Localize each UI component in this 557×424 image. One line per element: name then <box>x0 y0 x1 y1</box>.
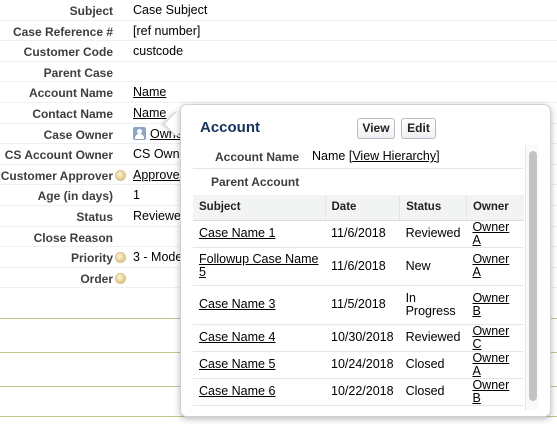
column-header-status[interactable]: Status <box>399 195 467 221</box>
view-hierarchy-link[interactable]: View Hierarchy <box>352 149 436 163</box>
field-label: Close Reason <box>33 230 113 245</box>
cell-status: Reviewed <box>399 324 467 352</box>
field-value[interactable]: Name <box>133 106 166 120</box>
column-header-owner[interactable]: Owner <box>465 195 524 221</box>
cell-date: 11/5/2018 <box>325 285 400 325</box>
cases-table-header: Subject Date Status Owner <box>193 195 524 221</box>
cell-status: New <box>399 247 467 286</box>
help-icon[interactable] <box>115 252 126 264</box>
field-value: 1 <box>133 188 140 202</box>
cell-owner[interactable]: Owner C <box>466 324 524 352</box>
table-row: Followup Case Name 5 11/6/2018 New Owner A <box>193 247 524 286</box>
help-icon[interactable] <box>115 169 126 181</box>
cell-owner[interactable]: Owner A <box>466 351 524 379</box>
field-value-link[interactable]: Approver <box>133 168 184 182</box>
field-value-text: 1 <box>133 188 140 203</box>
field-label: Priority <box>70 251 113 266</box>
field-label: Order <box>80 271 113 286</box>
cell-owner[interactable]: Owner B <box>466 378 524 406</box>
field-label: Age (in days) <box>37 189 113 204</box>
field-row: Customer Code custcode <box>0 41 557 62</box>
account-name-value: Name [View Hierarchy] <box>312 149 440 163</box>
field-label: Case Reference # <box>12 24 113 39</box>
table-row: Case Name 3 11/5/2018 In Progress Owner B <box>193 285 524 325</box>
field-label: Account Name <box>28 86 113 101</box>
field-value-text: Case Subject <box>133 3 208 17</box>
cell-status: Reviewed <box>399 220 467 248</box>
field-row: Parent Case <box>0 62 557 83</box>
field-value: Case Subject <box>133 3 207 17</box>
cell-date: 11/6/2018 <box>325 220 400 248</box>
field-label: Status <box>76 209 113 224</box>
cell-subject[interactable]: Followup Case Name 5 <box>193 247 325 286</box>
field-value-link[interactable]: Name <box>133 85 166 99</box>
cell-date: 10/24/2018 <box>325 351 400 379</box>
field-label: Customer Code <box>23 45 113 60</box>
field-value-text: [ref number] <box>133 23 201 38</box>
field-row: Subject Case Subject <box>0 0 557 21</box>
view-button[interactable]: View <box>357 118 395 139</box>
table-row: Case Name 4 10/30/2018 Reviewed Owner C <box>193 324 524 352</box>
field-value[interactable]: Name <box>133 85 166 99</box>
column-header-subject[interactable]: Subject <box>193 195 325 221</box>
cell-date: 11/6/2018 <box>325 247 400 286</box>
field-label: CS Account Owner <box>4 148 113 163</box>
field-row: Account Name Name <box>0 82 557 103</box>
popup-pointer-cover <box>181 112 195 138</box>
field-value: custcode <box>133 44 183 58</box>
cell-owner[interactable]: Owner A <box>466 247 524 286</box>
cell-date: 10/30/2018 <box>325 324 400 352</box>
field-value-text: custcode <box>133 44 184 59</box>
cell-subject[interactable]: Case Name 1 <box>193 220 325 248</box>
column-header-date[interactable]: Date <box>324 195 400 221</box>
cell-subject[interactable]: Case Name 3 <box>193 285 325 325</box>
cell-owner[interactable]: Owner B <box>466 285 524 325</box>
popup-divider <box>193 168 523 169</box>
account-hover-popup: Account View Edit Account Name Name [Vie… <box>180 104 551 417</box>
cell-status: Closed <box>399 378 467 406</box>
help-icon[interactable] <box>115 272 126 284</box>
user-icon <box>133 126 146 140</box>
cell-subject[interactable]: Case Name 4 <box>193 324 325 352</box>
field-label: Parent Case <box>43 65 113 80</box>
table-row: Case Name 6 10/22/2018 Closed Owner B <box>193 378 524 406</box>
field-label: Case Owner <box>43 127 113 142</box>
popup-scrollbar[interactable] <box>525 145 539 410</box>
field-value[interactable]: Approver <box>133 168 184 182</box>
edit-button[interactable]: Edit <box>401 118 436 139</box>
cell-subject[interactable]: Case Name 6 <box>193 378 325 406</box>
table-row: Case Name 5 10/24/2018 Closed Owner A <box>193 351 524 379</box>
scrollbar-thumb[interactable] <box>529 151 537 401</box>
table-row: Case Name 1 11/6/2018 Reviewed Owner A <box>193 220 524 248</box>
field-label: Subject <box>69 4 113 18</box>
field-value-link[interactable]: Name <box>133 106 166 120</box>
cell-status: Closed <box>399 351 467 379</box>
popup-title: Account <box>200 119 260 136</box>
account-name-label: Account Name <box>215 150 300 164</box>
parent-account-label: Parent Account <box>211 175 300 189</box>
cell-date: 10/22/2018 <box>325 378 400 406</box>
cell-owner[interactable]: Owner A <box>466 220 524 248</box>
cases-table: Subject Date Status Owner Case Name 1 11/… <box>193 195 524 406</box>
cell-status: In Progress <box>399 285 467 325</box>
field-row: Case Reference # [ref number] <box>0 21 557 42</box>
hierarchy-close-bracket: ] <box>436 149 440 163</box>
field-value: [ref number] <box>133 24 200 38</box>
field-label: Contact Name <box>32 106 113 121</box>
cell-subject[interactable]: Case Name 5 <box>193 351 325 379</box>
field-label: Customer Approver <box>0 168 113 183</box>
account-name-text: Name <box>312 149 346 163</box>
